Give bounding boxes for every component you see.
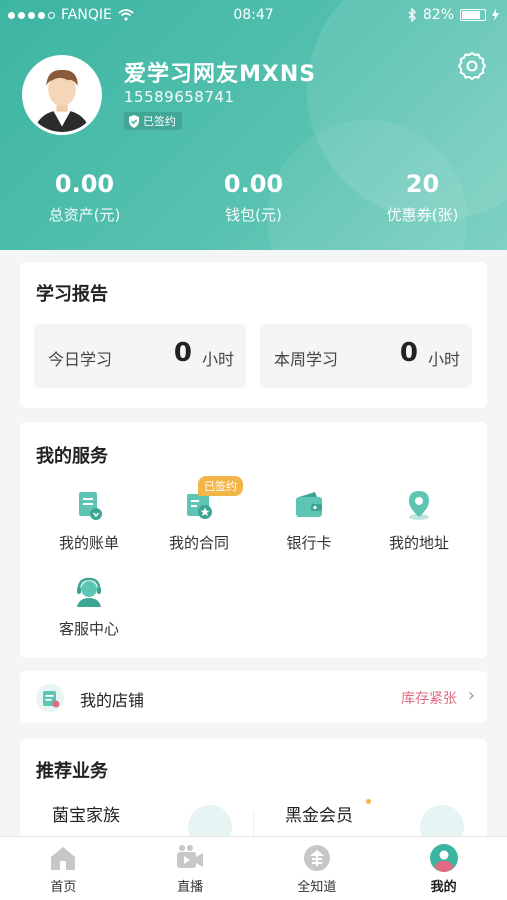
service-customer-center[interactable]: 客服中心 (34, 574, 144, 639)
tab-knowledge[interactable]: 全知道 (254, 837, 381, 900)
service-label: 我的账单 (58, 534, 119, 552)
stat-value: 20 (405, 170, 440, 198)
my-shop-row[interactable]: 我的店铺 库存紧张 › (20, 671, 487, 723)
report-title: 学习报告 (36, 284, 108, 305)
wallet-icon (296, 492, 322, 517)
asset-stats: 0.00 总资产(元) 0.00 钱包(元) 20 优惠券(张) (0, 170, 507, 225)
week-study-unit: 小时 (427, 350, 460, 369)
tab-label: 全知道 (297, 880, 337, 895)
service-address[interactable]: 我的地址 (364, 488, 474, 553)
status-bar: FANQIE 08:47 82% (0, 0, 507, 30)
shield-check-icon (129, 114, 139, 128)
services-title: 我的服务 (36, 446, 108, 467)
location-icon (409, 491, 429, 520)
stat-total-assets[interactable]: 0.00 总资产(元) (0, 170, 169, 225)
tab-label: 直播 (177, 880, 204, 895)
signed-badge-label: 已签约 (143, 115, 176, 128)
avatar-image (25, 58, 99, 132)
stat-label: 优惠券(张) (386, 206, 459, 224)
service-label: 我的地址 (388, 534, 449, 552)
charging-icon (492, 9, 499, 21)
recommend-item-vip[interactable]: 黑金会员 (285, 801, 353, 826)
week-study-label: 本周学习 (274, 350, 339, 369)
service-bill[interactable]: 我的账单 (34, 488, 144, 553)
service-contract[interactable]: 我的合同 已签约 (144, 476, 254, 553)
service-label: 我的合同 (168, 534, 229, 552)
shop-icon (36, 684, 64, 712)
study-report-card: 学习报告 今日学习 0 小时 本周学习 0 小时 (20, 262, 487, 408)
shop-label: 我的店铺 (80, 691, 145, 710)
settings-icon[interactable] (456, 50, 488, 82)
live-icon (177, 845, 204, 868)
avatar[interactable] (22, 55, 102, 135)
chevron-right-icon: › (467, 685, 475, 706)
stat-value: 0.00 (54, 170, 115, 198)
tab-label: 首页 (50, 880, 77, 895)
bottom-tab-bar: 首页 直播 全知道 我的 (0, 836, 507, 900)
stat-label: 钱包(元) (225, 206, 282, 224)
profile-icon (429, 844, 458, 872)
today-study-label: 今日学习 (48, 350, 113, 369)
today-study-value: 0 (173, 338, 192, 368)
stat-label: 总资产(元) (48, 206, 121, 224)
today-study-unit: 小时 (201, 350, 234, 369)
recommend-title: 推荐业务 (36, 761, 108, 782)
signed-badge: 已签约 (124, 112, 182, 130)
stock-warning: 库存紧张 (401, 691, 457, 707)
username: 爱学习网友MXNS (124, 62, 317, 87)
week-study-value: 0 (399, 338, 418, 368)
stat-wallet[interactable]: 0.00 钱包(元) (169, 170, 338, 225)
new-dot (366, 799, 371, 804)
service-bank-card[interactable]: 银行卡 (254, 488, 364, 553)
knowledge-icon (303, 845, 330, 871)
stat-value: 0.00 (223, 170, 284, 198)
tab-home[interactable]: 首页 (0, 837, 127, 900)
battery-icon (460, 9, 486, 21)
customer-service-icon (77, 577, 101, 607)
recommend-item-family[interactable]: 菌宝家族 (52, 801, 120, 826)
bill-icon (79, 492, 102, 520)
recommended-card: 推荐业务 菌宝家族 黑金会员 (20, 739, 487, 849)
stat-coupons[interactable]: 20 优惠券(张) (338, 170, 507, 225)
service-label: 客服中心 (58, 620, 119, 638)
bluetooth-icon (408, 8, 416, 22)
week-study-box[interactable]: 本周学习 0 小时 (260, 324, 472, 388)
today-study-box[interactable]: 今日学习 0 小时 (34, 324, 246, 388)
tab-label: 我的 (430, 880, 457, 895)
tab-live[interactable]: 直播 (127, 837, 254, 900)
home-icon (51, 847, 76, 870)
signed-tag: 已签约 (198, 476, 243, 496)
phone-number: 15589658741 (124, 88, 235, 106)
my-services-card: 我的服务 我的账单 我的合同 已签约 银行卡 我的地址 客服中心 (20, 422, 487, 658)
battery-percent: 82% (422, 7, 454, 23)
tab-mine[interactable]: 我的 (380, 837, 507, 900)
profile-header: FANQIE 08:47 82% 爱学习网友MXNS 15589658741 已… (0, 0, 507, 250)
service-label: 银行卡 (286, 534, 332, 552)
